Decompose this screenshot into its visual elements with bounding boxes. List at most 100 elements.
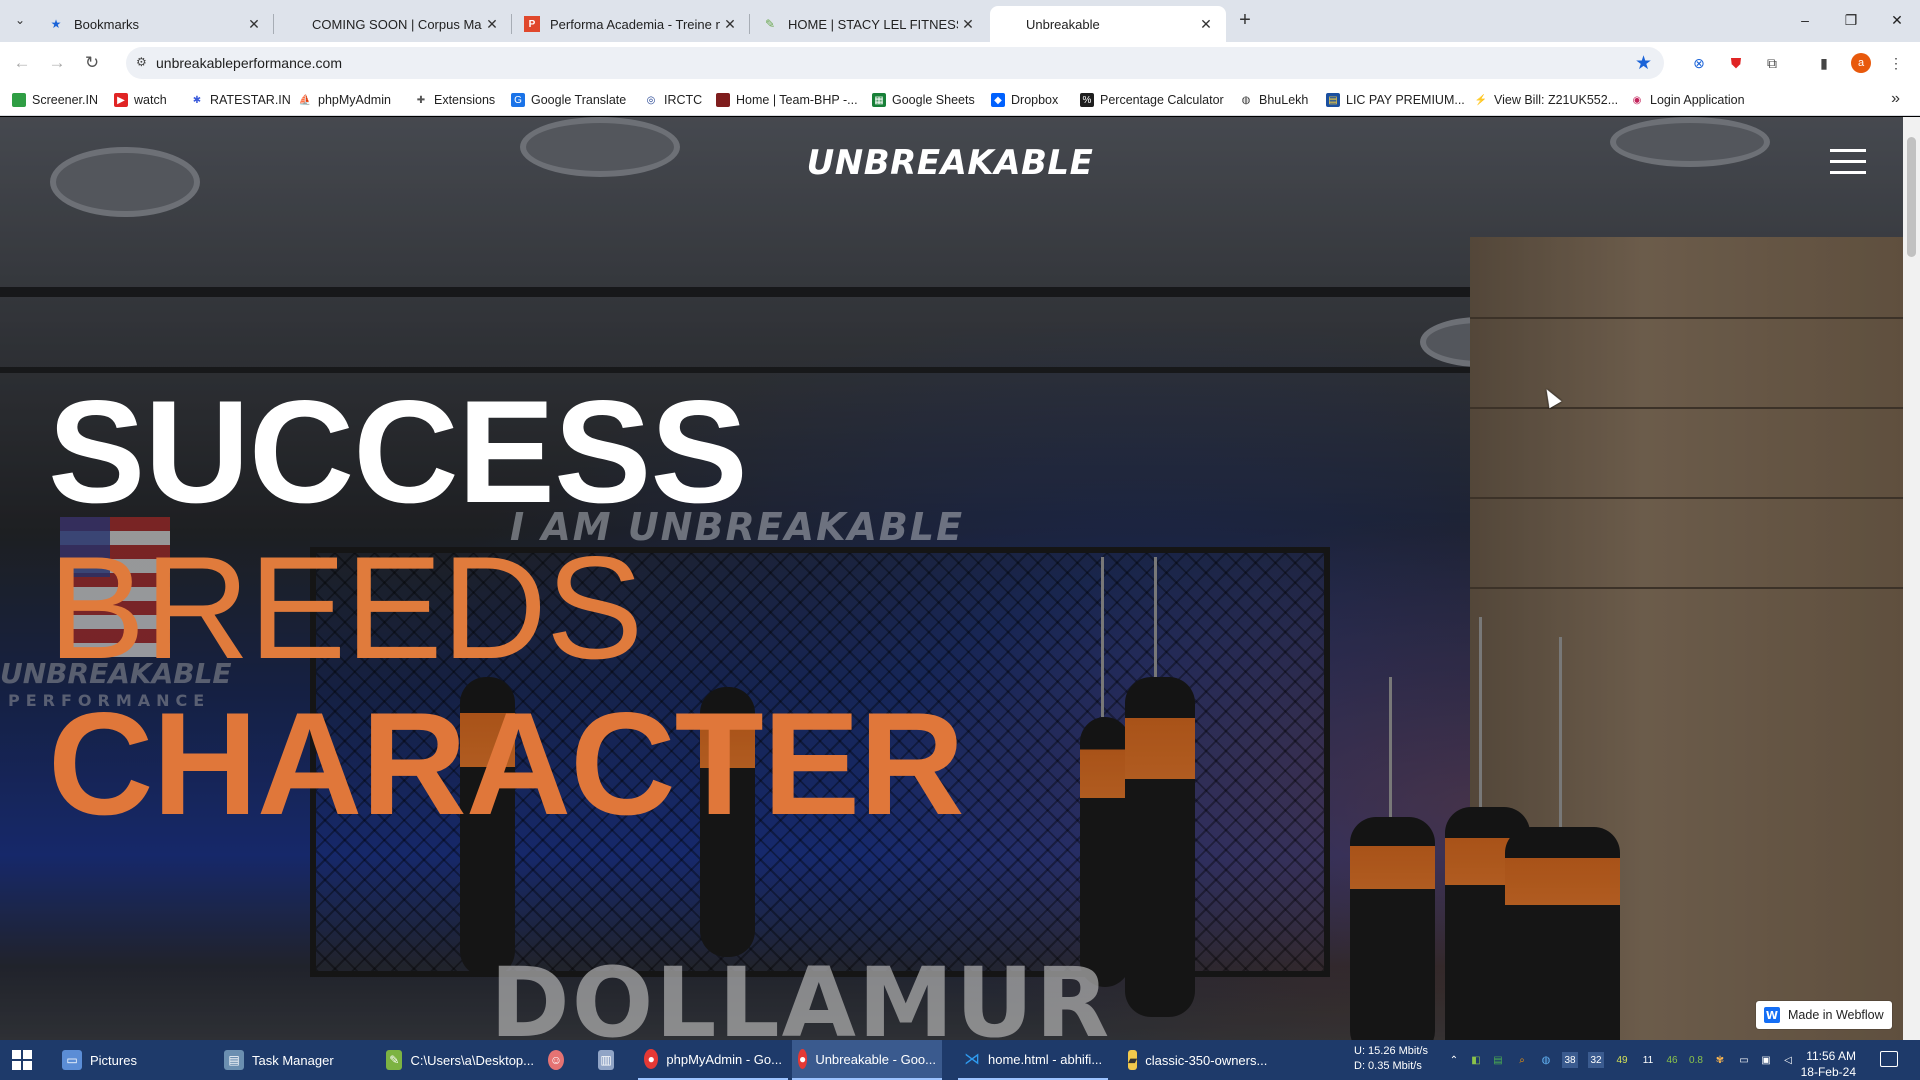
shield-extension-icon[interactable]: ⛊ [1726, 53, 1746, 73]
tab-stacy-lel[interactable]: ✎ HOME | STACY LEL FITNESS ✕ [752, 6, 988, 42]
bookmark-google-translate[interactable]: G Google Translate [511, 91, 626, 109]
bookmark-label: watch [134, 93, 167, 107]
notepad-plus-icon: ✎ [386, 1050, 403, 1070]
tab-search-icon[interactable]: ⌄ [8, 8, 32, 32]
extension-icon[interactable]: ⊗ [1689, 53, 1709, 73]
bookmark-dropbox[interactable]: ◆ Dropbox [991, 91, 1058, 109]
tray-search-icon[interactable]: ⌕ [1514, 1052, 1530, 1068]
tray-expand-icon[interactable]: ⌃ [1446, 1052, 1462, 1068]
hero-heading-line-1: SUCCESS [48, 370, 748, 533]
page-scrollbar[interactable] [1903, 117, 1920, 1040]
close-tab-icon[interactable]: ✕ [720, 16, 740, 33]
bookmark-label: LIC PAY PREMIUM... [1346, 93, 1465, 107]
tab-bookmarks[interactable]: ★ Bookmarks ✕ [38, 6, 274, 42]
made-in-webflow-badge[interactable]: W Made in Webflow [1756, 1001, 1892, 1029]
task-manager-icon: ▤ [224, 1050, 244, 1070]
tray-app-icon[interactable]: ▤ [1490, 1052, 1506, 1068]
address-bar[interactable]: ⚙ unbreakableperformance.com ★ [126, 47, 1664, 79]
tab-title: Performa Academia - Treine na [550, 16, 720, 32]
scrollbar-thumb[interactable] [1907, 137, 1916, 257]
bookmark-team-bhp[interactable]: Home | Team-BHP -... [716, 91, 858, 109]
bookmark-google-sheets[interactable]: ▦ Google Sheets [872, 91, 975, 109]
unbreakable-logo[interactable]: UNBREAKABLE [790, 143, 1110, 183]
tab-strip: ⌄ ★ Bookmarks ✕ COMING SOON | Corpus Max… [0, 0, 1920, 42]
close-tab-icon[interactable]: ✕ [1196, 16, 1216, 33]
blank-favicon-icon [1000, 16, 1016, 32]
taskbar-label: home.html - abhifi... [988, 1051, 1103, 1067]
hero-heading-line-3: CHARACTER [48, 682, 965, 845]
bookmark-screener[interactable]: Screener.IN [12, 91, 98, 109]
tab-corpus-maxim[interactable]: COMING SOON | Corpus Maxim ✕ [276, 6, 512, 42]
taskbar-item-file-path[interactable]: ✎ C:\Users\a\Desktop... [380, 1040, 540, 1080]
extensions-puzzle-icon[interactable]: ⧉ [1762, 53, 1782, 73]
bookmark-lic-pay[interactable]: ▤ LIC PAY PREMIUM... [1326, 91, 1465, 109]
battery-icon[interactable]: ▭ [1736, 1052, 1752, 1068]
profile-avatar[interactable]: a [1851, 53, 1871, 73]
login-icon: ◉ [1632, 94, 1642, 106]
restore-button[interactable]: ❐ [1828, 0, 1874, 40]
minimize-button[interactable]: – [1782, 0, 1828, 40]
taskbar-item-pdf[interactable]: ▰ classic-350-owners... [1122, 1040, 1272, 1080]
close-tab-icon[interactable]: ✕ [244, 16, 264, 33]
taskbar-item-unbreakable[interactable]: ● Unbreakable - Goo... [792, 1040, 942, 1080]
bookmark-label: Login Application [1650, 93, 1745, 107]
bookmark-extensions[interactable]: ✚ Extensions [414, 91, 495, 109]
bookmark-bhulekh[interactable]: ◍ BhuLekh [1239, 91, 1309, 109]
close-window-button[interactable]: ✕ [1874, 0, 1920, 40]
close-tab-icon[interactable]: ✕ [482, 16, 502, 33]
volume-icon[interactable]: ◁ [1780, 1052, 1796, 1068]
tray-temp-2[interactable]: 32 [1588, 1052, 1604, 1068]
bookmark-percentage-calculator[interactable]: % Percentage Calculator [1080, 91, 1224, 109]
windows-start-icon[interactable] [12, 1050, 32, 1070]
back-icon[interactable]: ← [10, 51, 34, 75]
tray-stat-3[interactable]: 46 [1664, 1052, 1680, 1068]
notification-center-icon[interactable] [1880, 1051, 1898, 1067]
taskbar-item-phpmyadmin[interactable]: ● phpMyAdmin - Go... [638, 1040, 788, 1080]
bookmark-star-icon[interactable]: ★ [1635, 52, 1652, 75]
tray-globe-icon[interactable]: ◍ [1538, 1052, 1554, 1068]
bookmark-label: Screener.IN [32, 93, 99, 107]
tray-stat-1[interactable]: 49 [1614, 1052, 1630, 1068]
bookmark-irctc[interactable]: ◎ IRCTC [644, 91, 703, 109]
bar-chart-icon [12, 93, 26, 107]
bookmark-view-bill[interactable]: ⚡ View Bill: Z21UK552... [1474, 91, 1618, 109]
bookmark-label: Dropbox [1011, 93, 1059, 107]
network-icon[interactable]: ▣ [1758, 1052, 1774, 1068]
taskbar-item-pictures[interactable]: ▭ Pictures [56, 1040, 216, 1080]
tray-app-icon[interactable]: ✾ [1712, 1052, 1728, 1068]
tray-stat-4[interactable]: 0.8 [1688, 1052, 1704, 1068]
tab-title: Bookmarks [74, 16, 140, 32]
url-text[interactable]: unbreakableperformance.com [156, 55, 342, 71]
tab-performa[interactable]: P Performa Academia - Treine na ✕ [514, 6, 750, 42]
bookmark-phpmyadmin[interactable]: ⛵ phpMyAdmin [298, 91, 391, 109]
bookmark-watch[interactable]: ▶ watch [114, 91, 167, 109]
taskbar-item-notepad[interactable]: ▥ [592, 1040, 628, 1080]
tray-stat-2[interactable]: 11 [1640, 1052, 1656, 1068]
webflow-badge-label: Made in Webflow [1788, 1008, 1884, 1022]
site-info-icon[interactable]: ⚙ [136, 55, 152, 71]
net-upload: U: 15.26 Mbit/s [1354, 1045, 1428, 1057]
side-panel-icon[interactable]: ▮ [1814, 53, 1834, 73]
taskbar-item-vscode[interactable]: ⋊ home.html - abhifi... [958, 1040, 1108, 1080]
bookmark-label: BhuLekh [1259, 93, 1309, 107]
forward-icon[interactable]: → [45, 51, 69, 75]
browser-toolbar: ← → ↻ ⚙ unbreakableperformance.com ★ ⊗ ⛊… [0, 42, 1920, 84]
tray-app-icon[interactable]: ◧ [1468, 1052, 1484, 1068]
bookmark-login-application[interactable]: ◉ Login Application [1630, 91, 1745, 109]
menu-kebab-icon[interactable]: ⋮ [1886, 53, 1906, 73]
taskbar-item-task-manager[interactable]: ▤ Task Manager [218, 1040, 378, 1080]
taskbar-item-app[interactable]: ☺ [542, 1040, 578, 1080]
new-tab-button[interactable]: + [1232, 8, 1258, 34]
lic-icon: ▤ [1326, 93, 1340, 107]
clock-time: 11:56 AM [1806, 1049, 1856, 1063]
net-download: D: 0.35 Mbit/s [1354, 1060, 1422, 1072]
reload-icon[interactable]: ↻ [80, 51, 104, 75]
hamburger-menu-icon[interactable] [1830, 149, 1866, 175]
more-bookmarks-icon[interactable]: » [1891, 90, 1900, 108]
bookmark-label: Google Sheets [892, 93, 975, 107]
close-tab-icon[interactable]: ✕ [958, 16, 978, 33]
tray-temp-1[interactable]: 38 [1562, 1052, 1578, 1068]
tab-unbreakable[interactable]: Unbreakable ✕ [990, 6, 1226, 42]
taskbar-label: Unbreakable - Goo... [815, 1051, 936, 1067]
bookmark-ratestar[interactable]: ✱ RATESTAR.IN [190, 91, 291, 109]
